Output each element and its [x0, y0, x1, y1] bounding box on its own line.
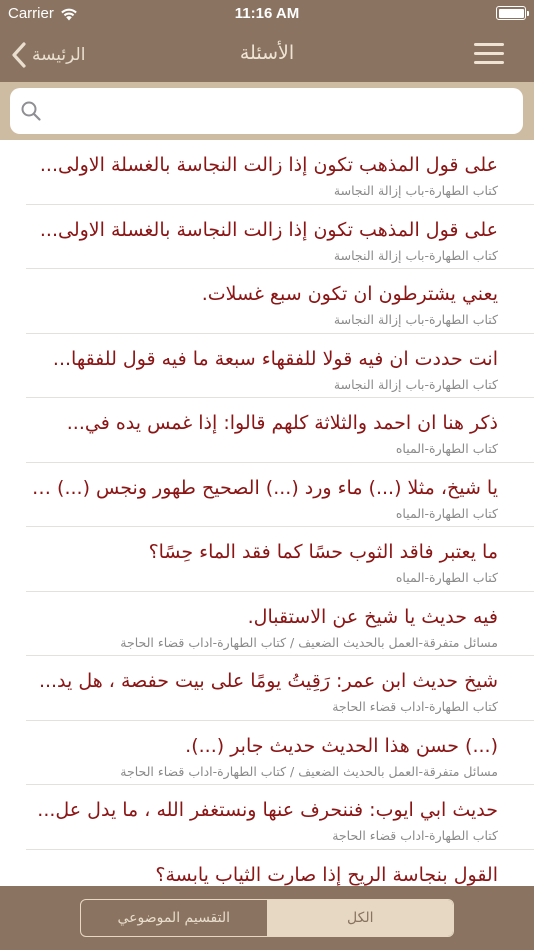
question-title: يا شيخ، مثلا (...) ماء ورد (...) الصحيح …: [26, 476, 498, 499]
question-category: كتاب الطهارة-المياه: [395, 441, 498, 456]
question-title: فيه حديث يا شيخ عن الاستقبال.: [247, 605, 498, 628]
battery-icon: [496, 6, 529, 20]
bottom-toolbar: التقسيم الموضوعي الكل: [0, 886, 534, 950]
status-bar: Carrier 11:16 AM: [0, 0, 534, 28]
list-item[interactable]: القول بنجاسة الريح إذا صارت الثياب يابسة…: [26, 850, 534, 887]
question-category: مسائل متفرقة-العمل بالحديث الضعيف / كتاب…: [120, 763, 498, 779]
question-title: حديث ابي ايوب: فننحرف عنها ونستغفر الله …: [37, 799, 498, 821]
list-item[interactable]: حديث ابي ايوب: فننحرف عنها ونستغفر الله …: [26, 785, 534, 850]
question-category: كتاب الطهارة-المياه: [395, 570, 498, 585]
question-title: شيخ حديث ابن عمر: رَقِيتُ يومًا على بيت …: [38, 670, 498, 692]
list-item[interactable]: على قول المذهب تكون إذا زالت النجاسة بال…: [26, 205, 534, 269]
question-title: القول بنجاسة الريح إذا صارت الثياب يابسة…: [155, 863, 498, 886]
list-item[interactable]: يعني يشترطون ان تكون سبع غسلات. كتاب الط…: [26, 269, 534, 334]
question-title: (...) حسن هذا الحديث حديث جابر (...).: [185, 734, 498, 757]
questions-list: على قول المذهب تكون إذا زالت النجاسة بال…: [0, 140, 534, 886]
question-category: كتاب الطهارة-باب إزالة النجاسة: [333, 376, 498, 392]
question-category: كتاب الطهارة-اداب قضاء الحاجة: [332, 699, 498, 714]
list-item[interactable]: فيه حديث يا شيخ عن الاستقبال. مسائل متفر…: [26, 592, 534, 656]
question-category: مسائل متفرقة-العمل بالحديث الضعيف / كتاب…: [120, 634, 498, 650]
segment-all[interactable]: الكل: [267, 900, 453, 936]
question-title: يعني يشترطون ان تكون سبع غسلات.: [201, 283, 498, 305]
list-item[interactable]: يا شيخ، مثلا (...) ماء ورد (...) الصحيح …: [26, 463, 534, 527]
segment-topic-division[interactable]: التقسيم الموضوعي: [81, 900, 268, 936]
question-category: كتاب الطهارة-باب إزالة النجاسة: [333, 247, 498, 263]
list-item[interactable]: (...) حسن هذا الحديث حديث جابر (...). مس…: [26, 721, 534, 785]
question-category: كتاب الطهارة-المياه: [395, 505, 498, 521]
status-time: 11:16 AM: [234, 5, 300, 22]
question-title: على قول المذهب تكون إذا زالت النجاسة بال…: [39, 218, 498, 241]
question-category: كتاب الطهارة-باب إزالة النجاسة: [333, 312, 498, 327]
navigation-bar: الرئيسة الأسئلة: [0, 28, 534, 82]
search-box[interactable]: [10, 88, 523, 134]
list-item[interactable]: ما يعتبر فاقد الثوب حسًا كما فقد الماء ح…: [26, 527, 534, 592]
hamburger-menu-icon[interactable]: [474, 43, 504, 65]
question-title: ما يعتبر فاقد الثوب حسًا كما فقد الماء ح…: [148, 541, 498, 563]
segmented-control: التقسيم الموضوعي الكل: [80, 899, 454, 937]
question-title: ذكر هنا ان احمد والثلاثة كلهم قالوا: إذا…: [66, 412, 498, 434]
status-right: [496, 6, 529, 20]
question-title: انت حددت ان فيه قولا للفقهاء سبعة ما فيه…: [52, 347, 498, 370]
search-input[interactable]: [52, 94, 512, 128]
list-item[interactable]: ذكر هنا ان احمد والثلاثة كلهم قالوا: إذا…: [26, 398, 534, 463]
list-item[interactable]: على قول المذهب تكون إذا زالت النجاسة بال…: [26, 140, 534, 205]
question-title: على قول المذهب تكون إذا زالت النجاسة بال…: [39, 154, 498, 176]
list-item[interactable]: انت حددت ان فيه قولا للفقهاء سبعة ما فيه…: [26, 334, 534, 398]
search-icon: [21, 101, 41, 121]
search-area: [0, 82, 534, 140]
question-category: كتاب الطهارة-باب إزالة النجاسة: [333, 183, 498, 198]
page-title: الأسئلة: [239, 42, 295, 64]
question-category: كتاب الطهارة-اداب قضاء الحاجة: [332, 828, 498, 843]
list-item[interactable]: شيخ حديث ابن عمر: رَقِيتُ يومًا على بيت …: [26, 656, 534, 721]
